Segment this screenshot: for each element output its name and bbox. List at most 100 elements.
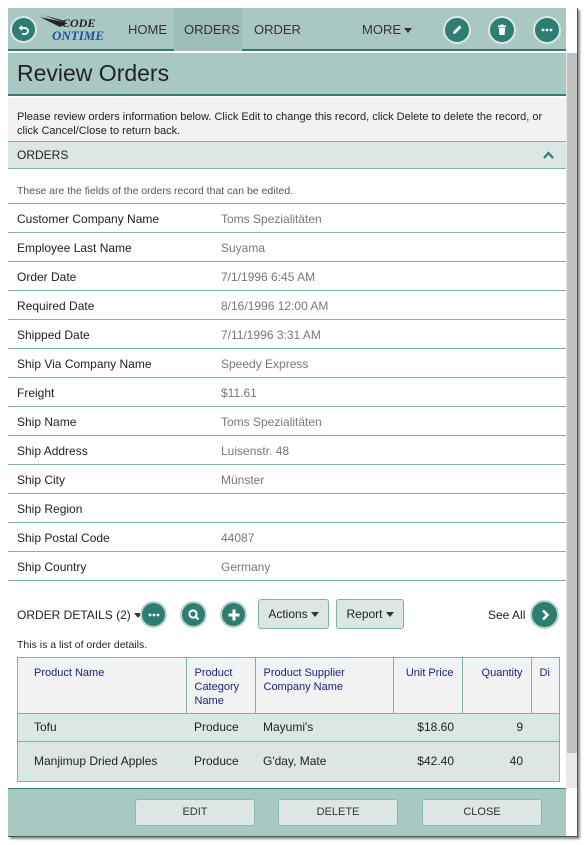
nav-more[interactable]: MORE [352, 8, 422, 51]
page-title-bar: Review Orders [8, 53, 566, 96]
field-row: Freight $11.61 [8, 378, 566, 407]
field-value: 8/16/1996 12:00 AM [221, 299, 329, 313]
field-value: 7/1/1996 6:45 AM [221, 270, 316, 284]
caret-down-icon [385, 612, 394, 618]
see-all-link[interactable]: See All [488, 608, 525, 622]
chevron-up-icon[interactable] [543, 151, 554, 159]
cell-category: Produce [186, 713, 255, 742]
field-value: Speedy Express [221, 357, 309, 371]
table-row[interactable]: Tofu Produce Mayumi's $18.60 9 [18, 713, 559, 742]
field-row: Ship Country Germany [8, 552, 566, 581]
column-header-quantity[interactable]: Quantity [462, 658, 532, 714]
close-footer-button[interactable]: CLOSE [422, 799, 542, 826]
report-dropdown-button[interactable]: Report [336, 599, 404, 629]
cell-supplier: Mayumi's [255, 713, 393, 742]
actions-dropdown-button[interactable]: Actions [258, 599, 329, 629]
caret-down-icon [404, 28, 412, 34]
cell-quantity: 9 [462, 713, 531, 742]
nav-orders[interactable]: ORDERS [174, 8, 242, 51]
field-row: Order Date 7/1/1996 6:45 AM [8, 262, 566, 291]
field-label: Ship Postal Code [17, 531, 110, 545]
chevron-right-icon [541, 609, 549, 620]
page-title: Review Orders [17, 60, 170, 86]
vertical-scrollbar[interactable] [566, 53, 577, 788]
field-row: Shipped Date 7/11/1996 3:31 AM [8, 320, 566, 349]
order-details-grid: Product Name Product Category Name Produ… [17, 657, 560, 782]
logo-text-ontime: ONTIME [52, 28, 105, 43]
report-label: Report [346, 607, 383, 621]
field-value: 44087 [221, 531, 255, 545]
field-label: Ship Address [17, 444, 88, 458]
form-action-bar: EDIT DELETE CLOSE [8, 788, 566, 836]
field-value: $11.61 [221, 386, 257, 400]
order-details-add-button[interactable] [220, 601, 247, 628]
caret-down-icon [310, 612, 319, 618]
section-description: These are the fields of the orders recor… [8, 169, 566, 204]
field-label: Ship Name [17, 415, 77, 429]
ellipsis-icon [148, 613, 159, 616]
field-label: Ship Region [17, 502, 83, 516]
code-on-time-logo[interactable]: CODE ONTIME [40, 15, 104, 45]
back-icon [18, 24, 29, 35]
field-value: Münster [221, 473, 265, 487]
delete-button[interactable] [488, 16, 516, 44]
order-details-title: ORDER DETAILS (2) [17, 608, 131, 622]
page-instructions: Please review orders information below. … [8, 98, 566, 141]
nav-home-label: HOME [128, 22, 167, 37]
field-row: Required Date 8/16/1996 12:00 AM [8, 291, 566, 320]
search-icon [187, 608, 199, 620]
back-button[interactable] [10, 16, 37, 43]
column-header-product-name[interactable]: Product Name [18, 658, 187, 714]
actions-label: Actions [268, 607, 308, 621]
cell-product-name: Manjimup Dried Apples [18, 741, 186, 781]
field-label: Required Date [17, 299, 95, 313]
order-details-description: This is a list of order details. [17, 639, 148, 651]
order-details-more-button[interactable] [140, 601, 167, 628]
column-header-discount[interactable]: Di [531, 658, 559, 714]
grid-header-row: Product Name Product Category Name Produ… [18, 658, 559, 714]
order-details-toolbar: ORDER DETAILS (2) Actions Report See All [8, 598, 566, 632]
app-window: CODE ONTIME HOME ORDERS ORDER DETAILS MO… [8, 8, 578, 837]
edit-footer-button[interactable]: EDIT [135, 799, 255, 826]
orders-fields: Customer Company Name Toms Spezialitäten E… [8, 204, 566, 581]
nav-order-details[interactable]: ORDER DETAILS [244, 8, 350, 80]
field-label: Shipped Date [17, 328, 90, 342]
cell-unit-price: $42.40 [393, 741, 462, 781]
field-label: Employee Last Name [17, 241, 132, 255]
plus-icon [228, 609, 239, 620]
nav-more-label: MORE [362, 22, 401, 37]
order-details-search-button[interactable] [180, 601, 207, 628]
field-value: Suyama [221, 241, 266, 255]
field-label: Order Date [17, 270, 77, 284]
column-header-unit-price[interactable]: Unit Price [393, 658, 463, 714]
order-details-view-selector[interactable]: ORDER DETAILS (2) [17, 608, 142, 622]
field-row: Ship Via Company Name Speedy Express [8, 349, 566, 378]
field-label: Ship City [17, 473, 66, 487]
field-label: Ship Via Company Name [17, 357, 152, 371]
field-value: 7/11/1996 3:31 AM [221, 328, 321, 342]
nav-orders-label: ORDERS [184, 22, 240, 37]
field-row: Customer Company Name Toms Spezialitäten [8, 204, 566, 233]
cell-discount [531, 741, 559, 781]
table-row[interactable]: Manjimup Dried Apples Produce G'day, Mat… [18, 741, 559, 781]
column-header-product-category[interactable]: Product Category Name [186, 658, 256, 714]
field-value: Toms Spezialitäten [221, 415, 322, 429]
field-value: Toms Spezialitäten [221, 212, 322, 226]
field-row: Ship Region [8, 494, 566, 523]
field-row: Ship Name Toms Spezialitäten [8, 407, 566, 436]
column-header-supplier[interactable]: Product Supplier Company Name [255, 658, 394, 714]
cell-product-name: Tofu [18, 713, 186, 742]
trash-icon [498, 24, 506, 35]
nav-home[interactable]: HOME [118, 8, 174, 51]
orders-section-header[interactable]: ORDERS [8, 141, 566, 169]
field-value: Germany [221, 560, 271, 574]
edit-button[interactable] [443, 16, 471, 44]
section-title: ORDERS [17, 148, 69, 162]
scrollbar-thumb[interactable] [567, 53, 577, 753]
delete-footer-button[interactable]: DELETE [278, 799, 398, 826]
cell-supplier: G'day, Mate [255, 741, 393, 781]
field-row: Ship Address Luisenstr. 48 [8, 436, 566, 465]
see-all-button[interactable] [530, 600, 559, 629]
pencil-icon [453, 25, 462, 34]
more-options-button[interactable] [533, 16, 561, 44]
